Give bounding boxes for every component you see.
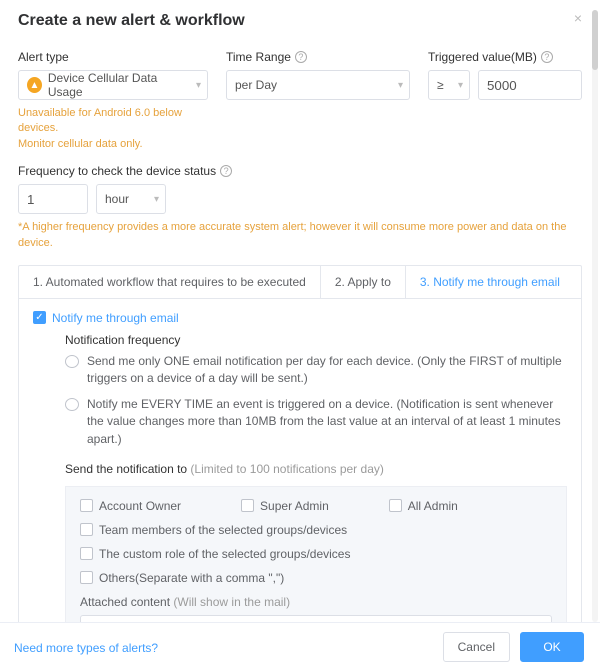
time-range-select[interactable]: per Day ▾	[226, 70, 410, 100]
scrollbar-track[interactable]	[592, 10, 598, 622]
recipient-team-members-label: Team members of the selected groups/devi…	[99, 523, 347, 537]
frequency-unit-value: hour	[105, 192, 129, 206]
chevron-down-icon: ▾	[154, 194, 159, 205]
attached-content-heading: Attached content (Will show in the mail)	[80, 595, 552, 609]
scrollbar-thumb[interactable]	[592, 10, 598, 70]
close-icon[interactable]: ×	[574, 10, 582, 26]
time-range-label: Time Range ?	[226, 50, 410, 64]
triggered-value-label: Triggered value(MB) ?	[428, 50, 582, 64]
cellular-icon: ▲	[27, 77, 42, 93]
recipient-team-members-checkbox[interactable]	[80, 523, 93, 536]
notify-email-label: Notify me through email	[52, 311, 179, 325]
tab-apply-to[interactable]: 2. Apply to	[321, 266, 406, 298]
chevron-down-icon: ▾	[196, 80, 201, 91]
tabs: 1. Automated workflow that requires to b…	[18, 265, 582, 299]
recipients-box: Account Owner Super Admin All Admin Team…	[65, 486, 567, 622]
recipient-custom-role-checkbox[interactable]	[80, 547, 93, 560]
alert-type-note: Unavailable for Android 6.0 below device…	[18, 106, 208, 152]
modal-body: Alert type ▲ Device Cellular Data Usage …	[0, 38, 600, 622]
recipient-super-admin-checkbox[interactable]	[241, 499, 254, 512]
freq-radio-once[interactable]	[65, 355, 79, 368]
freq-radio-once-label: Send me only ONE email notification per …	[87, 353, 567, 388]
triggered-operator-select[interactable]: ≥ ▾	[428, 70, 470, 100]
modal-title: Create a new alert & workflow	[18, 12, 245, 29]
recipient-account-owner-checkbox[interactable]	[80, 499, 93, 512]
recipient-all-admin-checkbox[interactable]	[389, 499, 402, 512]
triggered-value-input[interactable]	[478, 70, 582, 100]
recipient-super-admin-label: Super Admin	[260, 499, 329, 513]
time-range-value: per Day	[235, 78, 277, 92]
tab-workflow[interactable]: 1. Automated workflow that requires to b…	[19, 266, 321, 298]
recipient-account-owner-label: Account Owner	[99, 499, 181, 513]
recipient-custom-role-label: The custom role of the selected groups/d…	[99, 547, 350, 561]
help-icon[interactable]: ?	[295, 51, 307, 63]
freq-radio-every[interactable]	[65, 398, 79, 411]
cancel-button[interactable]: Cancel	[443, 632, 510, 662]
help-icon[interactable]: ?	[220, 165, 232, 177]
freq-radio-every-label: Notify me EVERY TIME an event is trigger…	[87, 396, 567, 448]
recipient-others-checkbox[interactable]	[80, 571, 93, 584]
recipient-others-label: Others(Separate with a comma ",")	[99, 571, 284, 585]
triggered-operator-value: ≥	[437, 78, 444, 92]
chevron-down-icon: ▾	[398, 80, 403, 91]
alert-type-select[interactable]: ▲ Device Cellular Data Usage ▾	[18, 70, 208, 100]
tab-notify-email[interactable]: 3. Notify me through email	[406, 266, 574, 298]
help-icon[interactable]: ?	[541, 51, 553, 63]
alert-type-label: Alert type	[18, 50, 208, 64]
ok-button[interactable]: OK	[520, 632, 584, 662]
frequency-note: *A higher frequency provides a more accu…	[18, 220, 582, 251]
frequency-unit-select[interactable]: hour ▾	[96, 184, 166, 214]
need-more-alerts-link[interactable]: Need more types of alerts?	[14, 641, 158, 655]
recipient-all-admin-label: All Admin	[408, 499, 458, 513]
notify-email-checkbox[interactable]: ✓	[33, 311, 46, 324]
chevron-down-icon: ▾	[458, 80, 463, 91]
alert-type-value: Device Cellular Data Usage	[48, 71, 185, 99]
create-alert-modal: Create a new alert & workflow × Alert ty…	[0, 0, 600, 670]
modal-header: Create a new alert & workflow ×	[0, 0, 600, 38]
send-to-heading: Send the notification to (Limited to 100…	[65, 462, 567, 476]
frequency-label: Frequency to check the device status ?	[18, 164, 582, 178]
notification-frequency-heading: Notification frequency	[65, 333, 567, 347]
attached-content-textarea[interactable]	[80, 615, 552, 622]
tab-panel-notify: ✓ Notify me through email Notification f…	[18, 299, 582, 622]
frequency-number-input[interactable]	[18, 184, 88, 214]
